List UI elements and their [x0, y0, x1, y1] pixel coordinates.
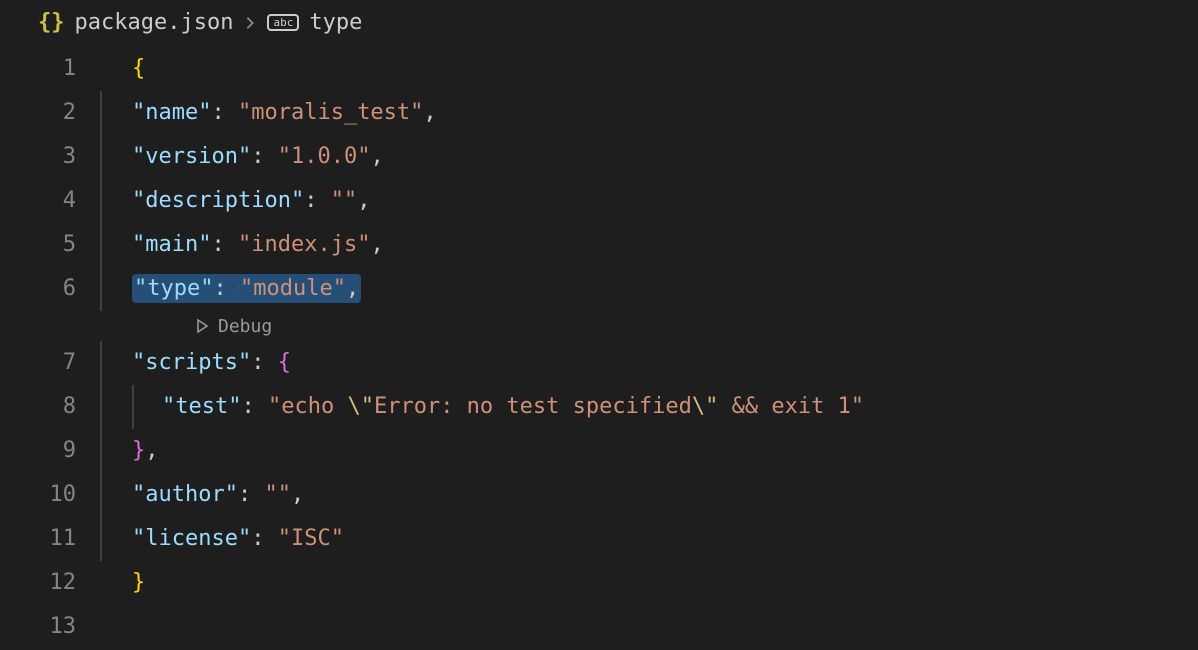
symbol-string-icon: abc	[267, 14, 299, 31]
line-number: 3	[0, 135, 100, 179]
breadcrumb-symbol[interactable]: type	[309, 10, 362, 35]
selection: "type":·"module",	[132, 274, 361, 303]
play-icon	[194, 318, 210, 334]
code-editor[interactable]: 1 { 2 "name": "moralis_test", 3 "version…	[0, 41, 1198, 649]
breadcrumb-file[interactable]: package.json	[75, 10, 234, 35]
code-line[interactable]: 10 "author": "",	[0, 473, 1198, 517]
code-line[interactable]: 3 "version": "1.0.0",	[0, 135, 1198, 179]
code-line[interactable]: 4 "description": "",	[0, 179, 1198, 223]
breadcrumb[interactable]: {} package.json abc type	[0, 0, 1198, 41]
code-line[interactable]: 13	[0, 605, 1198, 649]
debug-codelens-label: Debug	[218, 316, 272, 337]
code-line[interactable]: 6 "type":·"module",	[0, 267, 1198, 311]
code-line[interactable]: 5 "main": "index.js",	[0, 223, 1198, 267]
code-line[interactable]: 7 "scripts": {	[0, 341, 1198, 385]
line-number: 8	[0, 385, 100, 429]
code-line[interactable]: 11 "license": "ISC"	[0, 517, 1198, 561]
code-line[interactable]: 12 }	[0, 561, 1198, 605]
code-line[interactable]: 8 "test": "echo \"Error: no test specifi…	[0, 385, 1198, 429]
line-number: 9	[0, 429, 100, 473]
line-number: 5	[0, 223, 100, 267]
line-number: 11	[0, 517, 100, 561]
line-number: 4	[0, 179, 100, 223]
debug-codelens[interactable]: Debug	[0, 316, 272, 337]
line-number: 1	[0, 47, 100, 91]
indent-guide	[100, 605, 102, 649]
line-number: 12	[0, 561, 100, 605]
codelens-row: Debug	[0, 311, 1198, 341]
json-file-icon: {}	[38, 10, 65, 35]
line-number: 2	[0, 91, 100, 135]
chevron-right-icon	[243, 11, 257, 35]
line-number: 6	[0, 267, 100, 311]
code-line[interactable]: 9 },	[0, 429, 1198, 473]
line-number: 13	[0, 605, 100, 649]
code-line[interactable]: 2 "name": "moralis_test",	[0, 91, 1198, 135]
code-line[interactable]: 1 {	[0, 47, 1198, 91]
line-number: 10	[0, 473, 100, 517]
line-number: 7	[0, 341, 100, 385]
